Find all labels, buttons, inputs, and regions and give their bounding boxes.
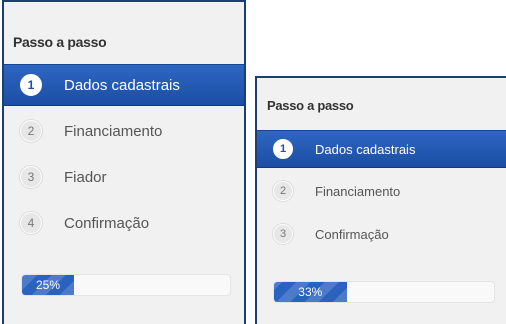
step-label: Dados cadastrais — [315, 141, 416, 157]
step-label: Dados cadastrais — [64, 76, 180, 94]
step-label: Financiamento — [315, 183, 401, 199]
step-dados-cadastrais[interactable]: 1 Dados cadastrais — [4, 64, 244, 106]
progress-bar: 25% — [21, 274, 231, 296]
progress-bar: 33% — [273, 281, 495, 303]
step-number-badge: 3 — [273, 224, 293, 244]
step-dados-cadastrais[interactable]: 1 Dados cadastrais — [257, 130, 506, 168]
step-number-badge: 3 — [20, 166, 42, 188]
step-number-badge: 4 — [20, 212, 42, 234]
step-number-badge: 2 — [20, 120, 42, 142]
step-confirmacao[interactable]: 3 Confirmação — [257, 215, 506, 253]
step-label: Fiador — [64, 168, 107, 186]
step-fiador[interactable]: 3 Fiador — [4, 156, 244, 198]
step-label: Financiamento — [64, 122, 163, 140]
wizard-panel-4-steps: Passo a passo 1 Dados cadastrais 2 Finan… — [2, 0, 246, 324]
step-label: Confirmação — [64, 214, 150, 232]
step-confirmacao[interactable]: 4 Confirmação — [4, 202, 244, 244]
step-label: Confirmação — [315, 226, 389, 242]
step-financiamento[interactable]: 2 Financiamento — [4, 110, 244, 152]
step-financiamento[interactable]: 2 Financiamento — [257, 172, 506, 210]
progress-label: 25% — [35, 278, 61, 292]
progress-fill: 33% — [274, 282, 347, 302]
step-number-badge: 2 — [273, 181, 293, 201]
panel-title: Passo a passo — [267, 98, 354, 113]
panel-title: Passo a passo — [13, 34, 107, 50]
wizard-panel-3-steps: Passo a passo 1 Dados cadastrais 2 Finan… — [255, 76, 506, 324]
progress-fill: 25% — [22, 275, 74, 295]
step-number-badge: 1 — [273, 139, 293, 159]
step-number-badge: 1 — [20, 74, 42, 96]
progress-label: 33% — [298, 285, 323, 299]
